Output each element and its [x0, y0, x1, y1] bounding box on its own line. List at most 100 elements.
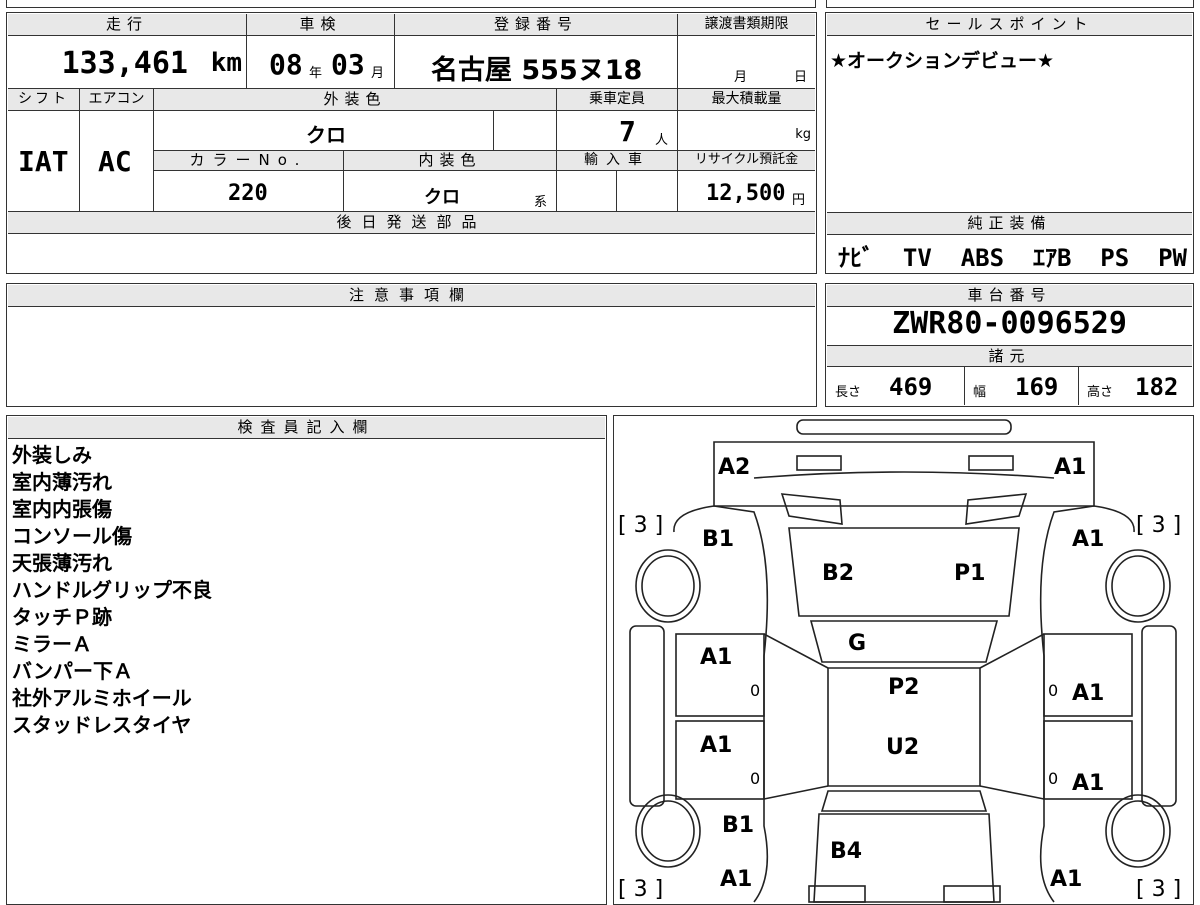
inspection-year-unit: 年 — [309, 66, 323, 81]
capacity-value: 7 — [619, 115, 636, 148]
color-no-cell: 220 — [154, 171, 344, 212]
mark-front-right-corner: A1 — [1054, 455, 1086, 480]
notes-header: 注意事項欄 — [8, 285, 815, 307]
door-mark: 0 — [1048, 769, 1058, 788]
shift-value: IAT — [18, 145, 69, 178]
recycle-unit: 円 — [792, 193, 806, 208]
mark-right-rear-corner: A1 — [1050, 867, 1082, 892]
transfer-deadline-header: 譲渡書類期限 — [678, 14, 815, 36]
color-no-value: 220 — [228, 181, 268, 206]
mark-left-rear-corner: A1 — [720, 867, 752, 892]
length-cell: 長さ 469 — [827, 367, 965, 405]
spec-header: 諸元 — [827, 345, 1192, 367]
mark-right-front-fender: A1 — [1072, 527, 1104, 552]
mileage-cell: 133,461 km — [8, 36, 247, 89]
mark-right-rear-door: A1 — [1072, 771, 1104, 796]
inspector-line: 室内薄汚れ — [12, 470, 112, 494]
tire-mark-bottom-right: [ 3 ] — [1136, 877, 1181, 902]
length-value: 469 — [889, 373, 933, 401]
top-edge-strip-right — [826, 0, 1194, 8]
capacity-cell: 7 人 — [557, 111, 678, 151]
mark-roof-front: P2 — [888, 675, 919, 700]
inspection-month: 03 — [331, 48, 365, 81]
inspector-line: ハンドルグリップ不良 — [12, 578, 212, 602]
mileage-header: 走行 — [8, 14, 247, 36]
mileage-unit: km — [210, 48, 242, 78]
shift-cell: IAT — [8, 111, 80, 212]
inspector-header: 検査員記入欄 — [8, 417, 605, 439]
aircon-header: エアコン — [80, 89, 154, 111]
mark-left-front-door: A1 — [700, 645, 732, 670]
door-mark: 0 — [750, 769, 760, 788]
chassis-header: 車台番号 — [827, 285, 1192, 307]
transfer-deadline-cell: 月 日 — [678, 36, 815, 89]
interior-color-cell: クロ 系 — [344, 171, 557, 212]
inspector-line: 社外アルミホイール — [12, 686, 192, 710]
color-no-header: カラーNo. — [154, 151, 344, 171]
width-label: 幅 — [973, 385, 987, 400]
transfer-day-unit: 日 — [794, 70, 808, 85]
top-edge-strip — [6, 0, 816, 8]
transfer-month-unit: 月 — [734, 70, 748, 85]
inspector-line: ミラーＡ — [12, 632, 92, 656]
mark-left-rear-door: A1 — [700, 733, 732, 758]
door-mark: 0 — [750, 681, 760, 700]
car-diagram: [ 3 ] [ 3 ] [ 3 ] [ 3 ] A2 A1 B1 A1 B2 P… — [618, 419, 1181, 903]
registration-value: 名古屋 555ヌ18 — [431, 55, 643, 86]
import-header: 輸入車 — [557, 151, 678, 171]
width-value: 169 — [1015, 373, 1059, 401]
registration-cell: 名古屋 555ヌ18 — [395, 36, 678, 89]
interior-color-header: 内装色 — [344, 151, 557, 171]
inspection-year: 08 — [269, 48, 303, 81]
genuine-equipment-header: 純正装備 — [827, 212, 1192, 235]
tire-mark-top-left: [ 3 ] — [618, 513, 663, 538]
inspector-line: タッチＰ跡 — [12, 605, 112, 629]
mark-roof-rear: U2 — [886, 735, 919, 760]
mark-hood-right: P1 — [954, 561, 985, 586]
mileage-value: 133,461 — [61, 46, 188, 81]
length-label: 長さ — [835, 385, 862, 400]
registration-header: 登録番号 — [395, 14, 678, 36]
aircon-value: AC — [98, 145, 132, 178]
inspector-line: 室内内張傷 — [12, 497, 112, 521]
inspector-line: コンソール傷 — [12, 524, 132, 548]
import-cell-b — [617, 171, 678, 212]
recycle-value: 12,500 — [706, 181, 786, 206]
inspector-line: 天張薄汚れ — [12, 551, 112, 575]
genuine-equipment-items: ﾅﾋﾞ TV ABS ｴｱB PS PW — [838, 244, 1187, 272]
width-cell: 幅 169 — [965, 367, 1079, 405]
exterior-color-value: クロ — [306, 123, 346, 147]
mark-front-left-corner: A2 — [718, 455, 750, 480]
chassis-number: ZWR80-0096529 — [892, 306, 1127, 341]
mark-left-rear-fender: B1 — [722, 813, 754, 838]
height-value: 182 — [1135, 373, 1179, 401]
sales-point-text: ★オークションデビュー★ — [830, 50, 1055, 72]
mark-rear-panel: B4 — [830, 839, 862, 864]
recycle-cell: 12,500 円 — [678, 171, 815, 212]
later-parts-header: 後日発送部品 — [8, 212, 815, 234]
inspector-line: バンパー下Ａ — [12, 659, 133, 683]
exterior-color-extra-cell — [494, 111, 557, 151]
max-load-unit: kg — [795, 127, 811, 142]
height-label: 高さ — [1087, 385, 1114, 400]
tire-mark-top-right: [ 3 ] — [1136, 513, 1181, 538]
max-load-cell: kg — [678, 111, 815, 151]
shift-header: シフト — [8, 89, 80, 111]
car-diagram-box: [ 3 ] [ 3 ] [ 3 ] [ 3 ] A2 A1 B1 A1 B2 P… — [613, 415, 1194, 905]
capacity-unit: 人 — [655, 133, 669, 148]
interior-color-suffix: 系 — [534, 195, 548, 210]
door-mark: 0 — [1048, 681, 1058, 700]
inspection-month-unit: 月 — [371, 66, 385, 81]
max-load-header: 最大積載量 — [678, 89, 815, 111]
inspection-cell: 08 年 03 月 — [247, 36, 395, 89]
aircon-cell: AC — [80, 111, 154, 212]
sales-point-header: セールスポイント — [827, 14, 1192, 36]
mark-left-front-fender: B1 — [702, 527, 734, 552]
height-cell: 高さ 182 — [1079, 367, 1192, 405]
inspector-lines: 外装しみ 室内薄汚れ 室内内張傷 コンソール傷 天張薄汚れ ハンドルグリップ不良… — [12, 442, 212, 739]
exterior-color-header: 外装色 — [154, 89, 557, 111]
interior-color-value: クロ — [424, 187, 460, 208]
mark-windshield: G — [848, 631, 866, 656]
exterior-color-cell: クロ — [154, 111, 494, 151]
mark-hood-left: B2 — [822, 561, 854, 586]
